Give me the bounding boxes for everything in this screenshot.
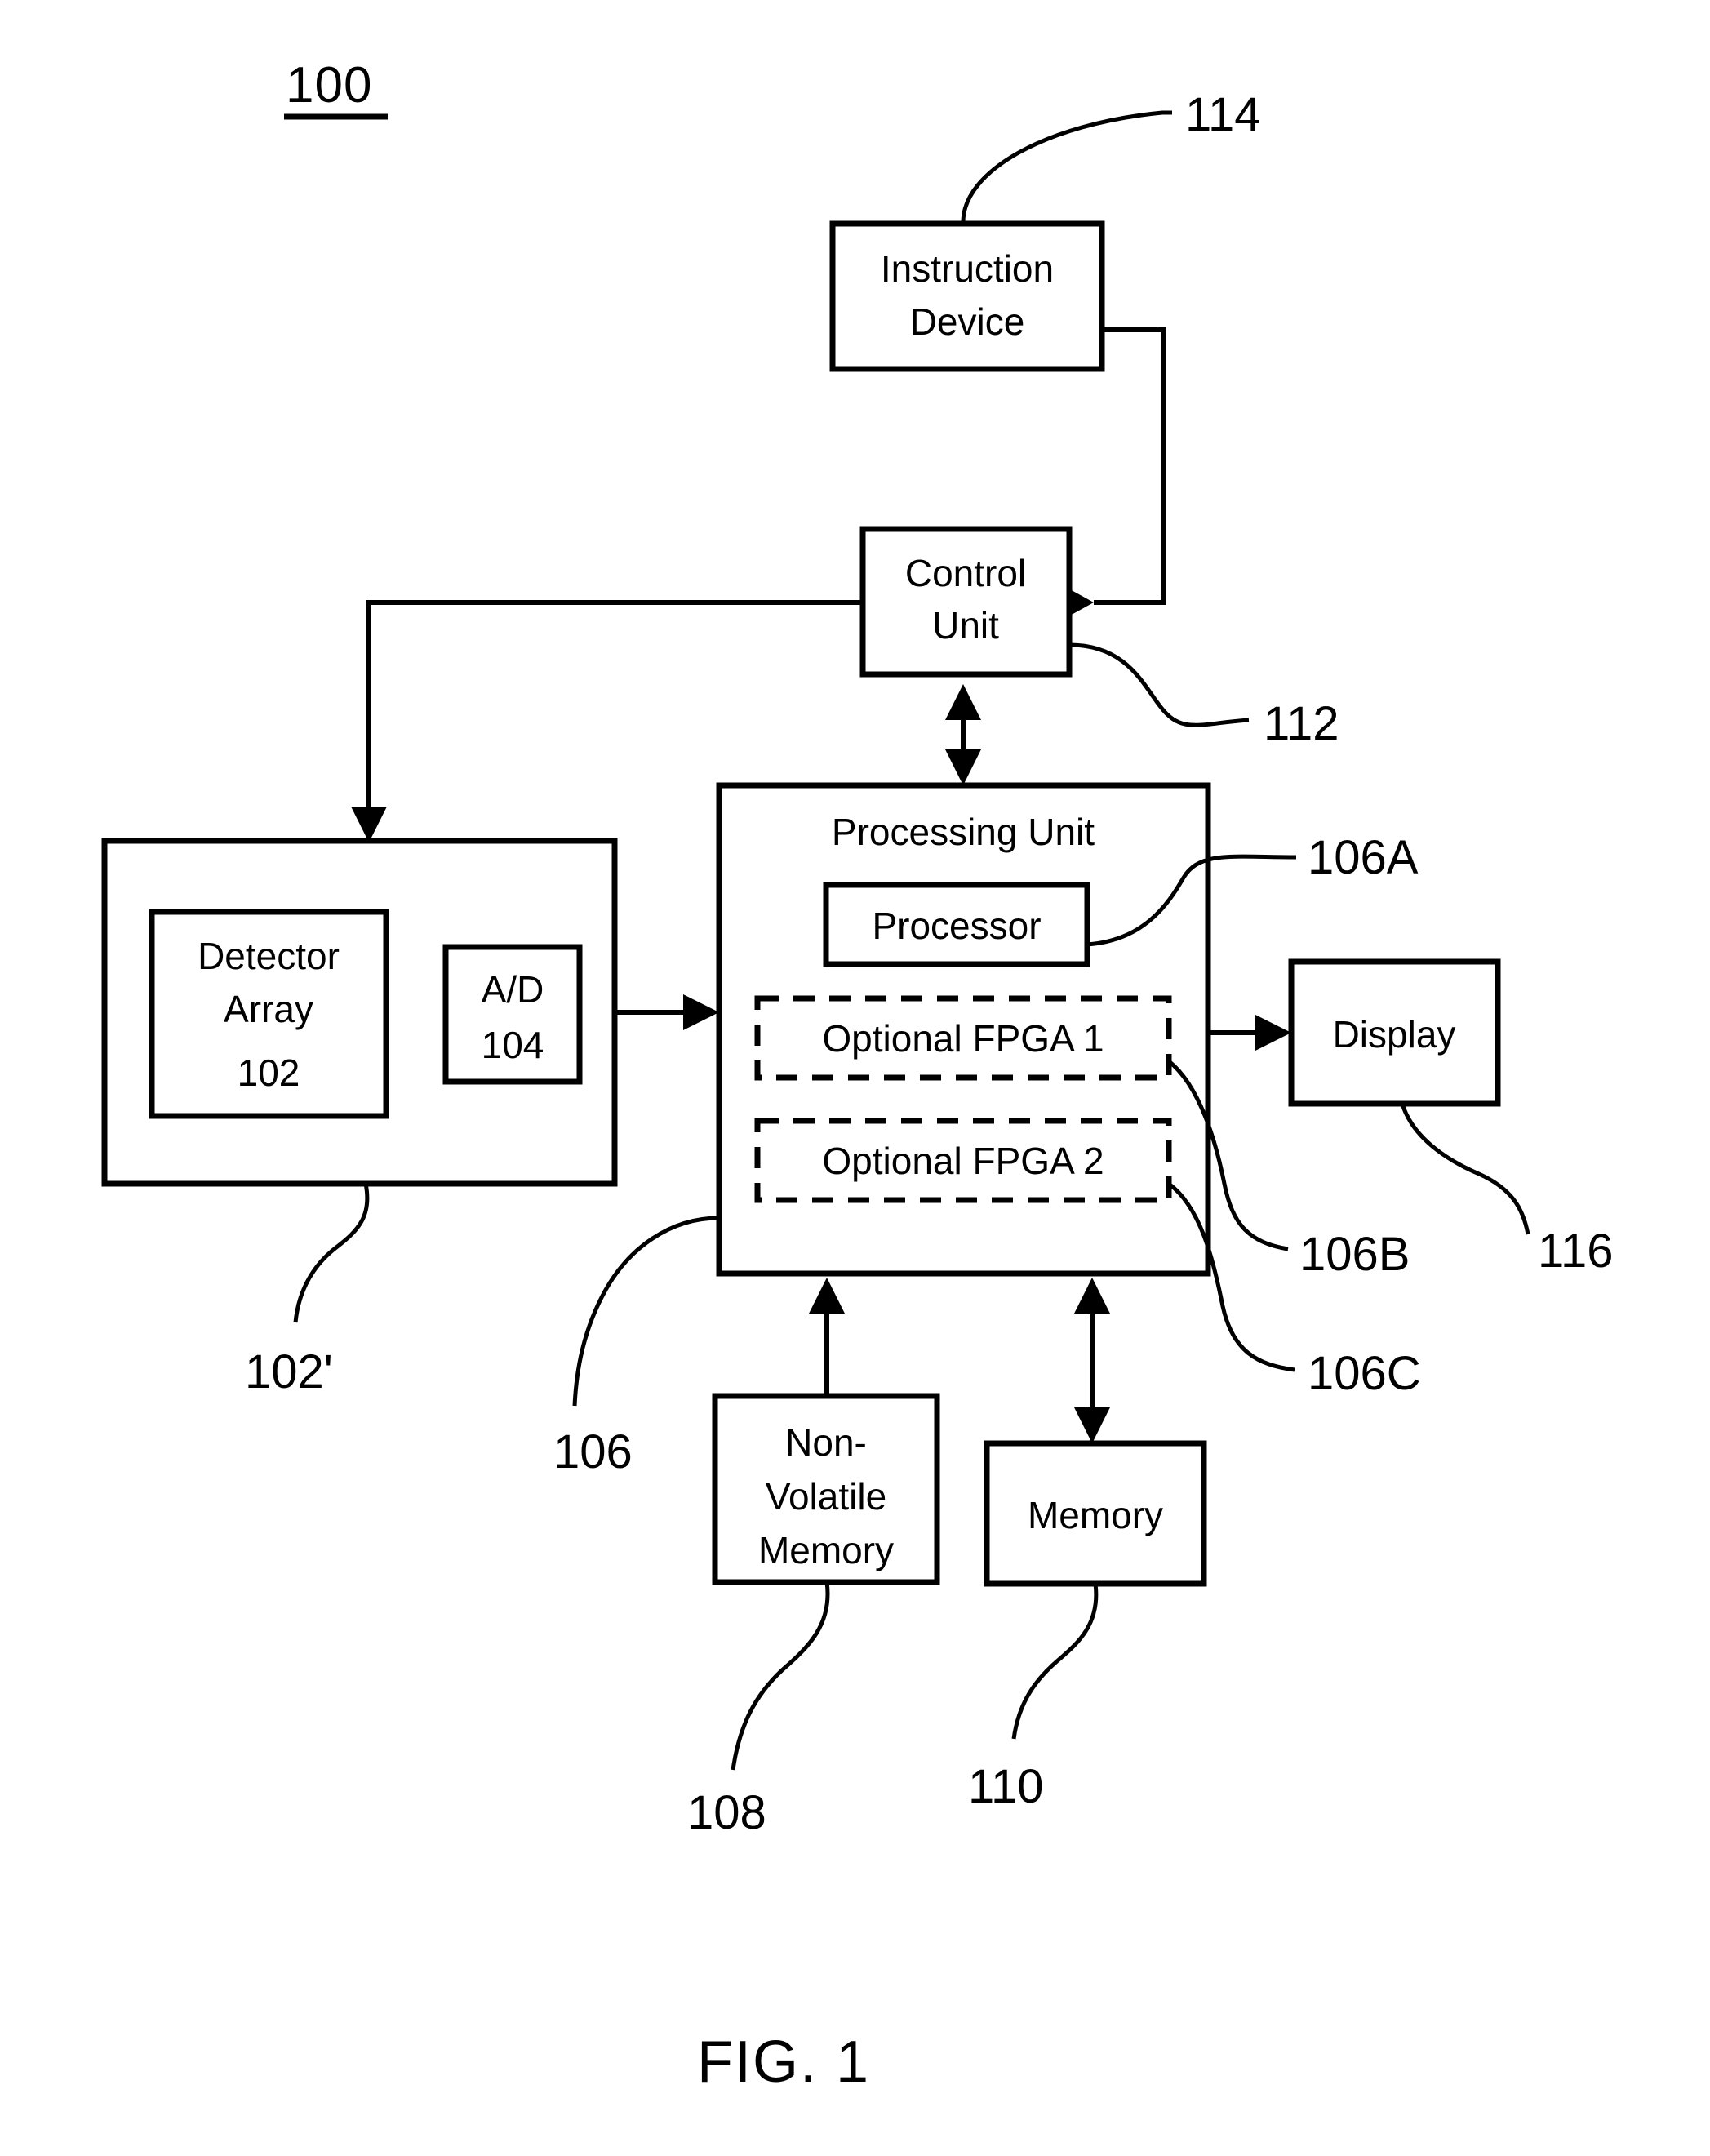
detector-array-label-line3: 102: [238, 1051, 300, 1094]
figure-caption: FIG. 1: [697, 2029, 870, 2095]
detector-array-label-line2: Array: [224, 988, 313, 1030]
ad-converter-label-line2: 104: [482, 1024, 544, 1066]
processor-label: Processor: [872, 905, 1041, 947]
instruction-device-box[interactable]: Instruction Device: [829, 220, 1105, 372]
connector-nvm-to-processing: [809, 1278, 845, 1396]
optional-fpga-1-label: Optional FPGA 1: [822, 1017, 1104, 1060]
detector-array-box[interactable]: Detector Array 102: [149, 909, 389, 1119]
non-volatile-memory-label-line2: Volatile: [766, 1475, 886, 1518]
ad-converter-label-line1: A/D: [482, 968, 544, 1011]
ref-numeral-106: 106: [553, 1425, 633, 1478]
instruction-device-label-line1: Instruction: [881, 247, 1054, 290]
ref-numeral-110: 110: [968, 1760, 1043, 1813]
ref-numeral-116: 116: [1538, 1225, 1613, 1278]
non-volatile-memory-label-line1: Non-: [785, 1421, 867, 1464]
non-volatile-memory-box[interactable]: Non- Volatile Memory: [712, 1393, 940, 1585]
ref-numeral-108: 108: [687, 1786, 766, 1839]
lead-116: 116: [1400, 1103, 1613, 1278]
control-unit-box[interactable]: Control Unit: [859, 526, 1073, 678]
ref-numeral-106B: 106B: [1299, 1228, 1410, 1281]
connector-control-processing-bidirectional: [945, 684, 981, 785]
display-box[interactable]: Display: [1288, 958, 1501, 1107]
arrowhead-into-processing-unit: [683, 994, 719, 1030]
arrowhead-down-to-processing-unit: [945, 749, 981, 785]
memory-box[interactable]: Memory: [984, 1440, 1207, 1587]
lead-108: 108: [687, 1581, 830, 1839]
ref-numeral-106A: 106A: [1308, 831, 1419, 884]
processor-box[interactable]: Processor: [823, 882, 1090, 967]
arrowhead-down-into-memory: [1074, 1407, 1110, 1443]
lead-114: 114: [961, 88, 1260, 223]
connector-processing-to-display: [1208, 1015, 1291, 1051]
ref-numeral-114: 114: [1185, 88, 1260, 141]
non-volatile-memory-label-line3: Memory: [758, 1529, 894, 1571]
connector-memory-processing-bidirectional: [1074, 1278, 1110, 1443]
figure-number-group: 100: [284, 57, 388, 120]
patent-figure: 100 Instruction Device Control Unit Proc…: [0, 0, 1710, 2156]
ref-numeral-106C: 106C: [1308, 1347, 1421, 1400]
arrowhead-up-to-control-unit: [945, 684, 981, 720]
arrowhead-up-into-processing-unit: [809, 1278, 845, 1314]
ref-numeral-112: 112: [1264, 697, 1339, 750]
arrowhead-into-detector-box: [351, 807, 387, 842]
ref-numeral-102-prime: 102': [245, 1345, 333, 1398]
lead-112: 112: [1068, 642, 1339, 750]
lead-102-prime: 102': [245, 1183, 370, 1398]
control-unit-label-line1: Control: [905, 552, 1026, 594]
lead-106: 106: [553, 1216, 720, 1478]
processing-unit-title: Processing Unit: [832, 811, 1095, 853]
lead-110: 110: [968, 1583, 1099, 1813]
ad-converter-box[interactable]: A/D 104: [442, 944, 583, 1085]
optional-fpga-2-label: Optional FPGA 2: [822, 1140, 1104, 1182]
figure-number-label: 100: [286, 57, 372, 113]
arrowhead-up-into-processing-unit-memory: [1074, 1278, 1110, 1314]
control-unit-label-line2: Unit: [932, 604, 999, 647]
memory-label: Memory: [1028, 1494, 1163, 1536]
detector-array-label-line1: Detector: [198, 935, 340, 977]
connector-instruction-to-control: [1061, 327, 1166, 620]
display-label: Display: [1333, 1013, 1456, 1056]
arrowhead-into-display: [1255, 1015, 1291, 1051]
block-diagram-svg: 100 Instruction Device Control Unit Proc…: [101, 57, 1613, 2095]
instruction-device-label-line2: Device: [910, 300, 1025, 343]
